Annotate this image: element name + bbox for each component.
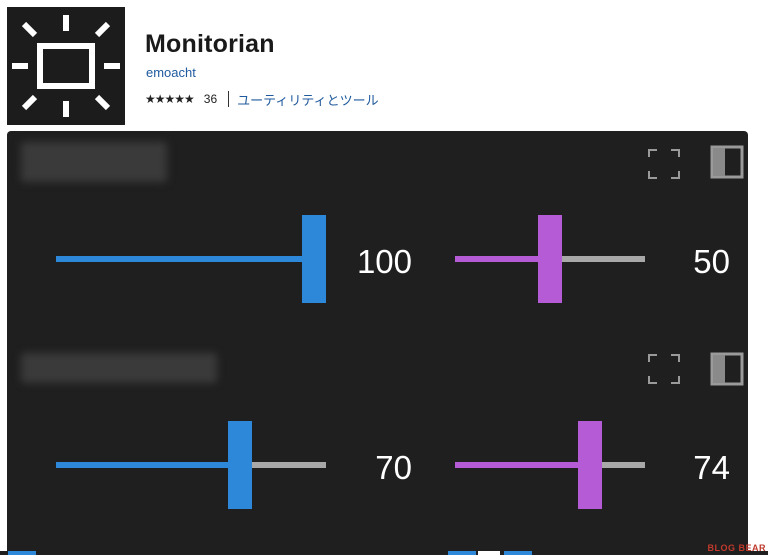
app-title: Monitorian xyxy=(145,30,275,58)
contrast-value-2: 74 xyxy=(693,449,730,486)
slider-track-fill[interactable] xyxy=(56,462,241,468)
brightness-value-2: 70 xyxy=(375,449,412,486)
category-link[interactable]: ユーティリティとツール xyxy=(237,90,378,109)
slider-thumb[interactable] xyxy=(577,421,602,509)
app-icon xyxy=(7,7,125,125)
rating-count: 36 xyxy=(203,92,218,106)
slider-track-fill[interactable] xyxy=(56,256,314,262)
slider-thumb[interactable] xyxy=(228,421,253,509)
monitor-name-2 xyxy=(21,353,217,383)
monitorian-sun-icon xyxy=(12,15,120,117)
slider-track-fill[interactable] xyxy=(455,462,590,468)
contrast-value-1: 50 xyxy=(693,243,730,280)
panel-icon[interactable] xyxy=(710,352,744,386)
watermark: BLOG BEAR xyxy=(707,543,766,553)
slider-track-fill[interactable] xyxy=(455,256,550,262)
slider-thumb[interactable] xyxy=(538,215,562,303)
rating-stars: ★★★★★ xyxy=(145,92,195,106)
slider-thumb[interactable] xyxy=(302,215,326,303)
taskbar-edge xyxy=(0,551,768,555)
publisher-link[interactable]: emoacht xyxy=(146,65,196,80)
panel-icon[interactable] xyxy=(710,145,744,179)
brightness-value-1: 100 xyxy=(356,243,412,280)
rating-row: ★★★★★ 36 ユーティリティとツール xyxy=(145,89,379,109)
fullscreen-icon[interactable] xyxy=(647,353,681,385)
fullscreen-icon[interactable] xyxy=(647,148,681,180)
divider xyxy=(228,91,230,107)
monitorian-panel: 100 50 70 74 xyxy=(7,131,748,555)
monitor-name-1 xyxy=(21,142,167,182)
